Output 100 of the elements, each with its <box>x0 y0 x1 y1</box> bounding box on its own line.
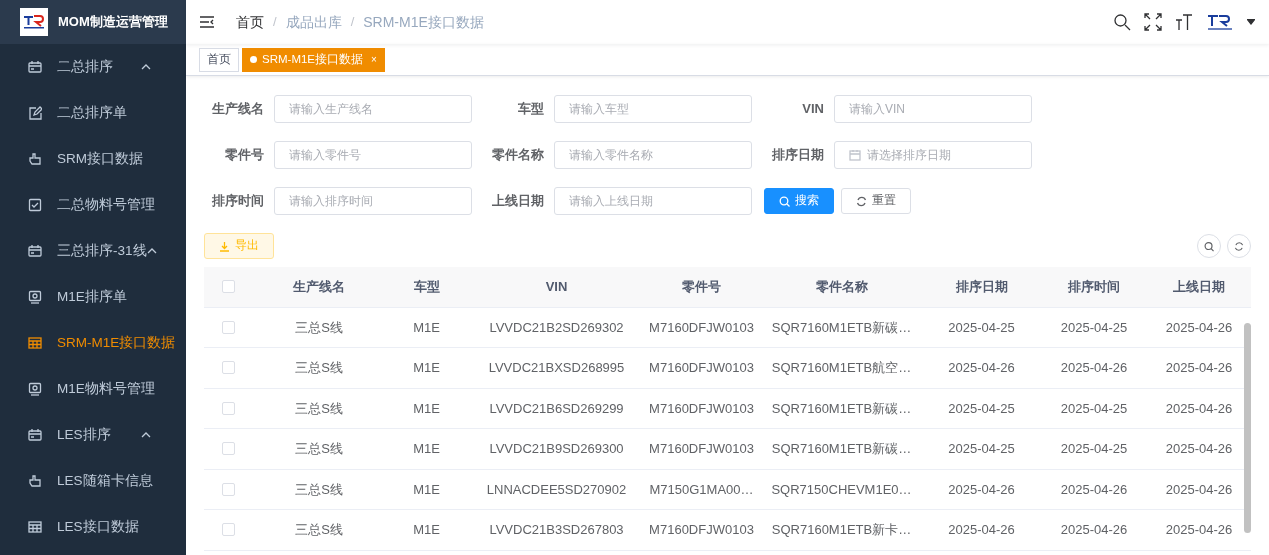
table-cell-text: 2025-04-25 <box>1059 318 1129 337</box>
table-cell-text: M7150G1MA00… <box>648 480 755 499</box>
table-cell-text: 三总S线 <box>294 521 344 539</box>
breadcrumb-separator: / <box>273 13 277 32</box>
table-cell-text: 三总S线 <box>294 480 344 499</box>
table-cell-text: M7160DFJW0103 <box>648 359 755 377</box>
checkbox[interactable] <box>222 280 235 294</box>
reset-button[interactable]: 重置 <box>840 188 911 214</box>
column-header: 车型 <box>412 278 441 296</box>
menu-item[interactable]: LES接口数据 <box>0 504 186 550</box>
hand-icon <box>28 474 42 488</box>
calendar-icon <box>849 149 861 161</box>
hand-icon <box>28 152 42 166</box>
download-icon <box>219 240 230 252</box>
menu-item[interactable]: LES随箱卡信息 <box>0 458 186 504</box>
menu-icon <box>200 16 214 28</box>
menu-item[interactable]: M1E物料号管理 <box>0 366 186 412</box>
checkbox[interactable] <box>222 442 235 456</box>
table-cell-text: LVVDC21B3SD267803 <box>488 521 625 539</box>
caret-icon <box>141 432 151 438</box>
table-cell-text: 三总S线 <box>294 399 344 418</box>
table-cell-text: 2025-04-25 <box>947 318 1016 337</box>
table-cell-text: SQR7160M1ETB新卡… <box>770 521 913 539</box>
menu-item[interactable]: 二总排序单 <box>0 90 186 136</box>
table-icon <box>28 336 42 350</box>
scrollbar[interactable] <box>1244 323 1251 533</box>
menu-item[interactable]: M1E排序单 <box>0 274 186 320</box>
table-cell-text: 2025-04-26 <box>1059 359 1129 377</box>
table-cell-text: M1E <box>412 440 441 458</box>
table-cell-text: 2025-04-25 <box>947 399 1016 418</box>
table-cell-text: SQR7160M1ETB新碳… <box>770 318 913 337</box>
caret-icon <box>141 64 151 70</box>
breadcrumb-item: SRM-M1E接口数据 <box>363 12 484 32</box>
table-cell-text: 2025-04-26 <box>1164 318 1234 337</box>
menu-group[interactable]: 二总排序 <box>0 44 186 90</box>
logo-icon <box>1206 12 1234 32</box>
menu-group[interactable]: 三总排序-31线 <box>0 228 186 274</box>
app-title: MOM制造运营管理 <box>58 13 168 32</box>
menu-item[interactable]: SRM接口数据 <box>0 136 186 182</box>
caret-icon <box>146 248 157 254</box>
column-header: 零件名称 <box>814 278 869 296</box>
table-cell-text: 2025-04-26 <box>1164 480 1234 499</box>
table-cell-text: LVVDC21B6SD269299 <box>488 399 625 418</box>
menu-item[interactable]: 二总物料号管理 <box>0 182 186 228</box>
table-cell-text: M7160DFJW0103 <box>648 318 755 337</box>
checkbox[interactable] <box>222 401 235 415</box>
table-cell-text: SQR7160M1ETB航空… <box>770 359 913 377</box>
search-button[interactable]: 搜索 <box>764 188 834 214</box>
table-cell-text: SQR7160M1ETB新碳… <box>770 399 913 418</box>
monitor-icon <box>28 290 42 304</box>
checkbox[interactable] <box>222 361 235 375</box>
column-header: VIN <box>544 278 569 296</box>
table-cell-text: 2025-04-26 <box>1164 521 1234 539</box>
column-header: 生产线名 <box>292 278 346 296</box>
column-header: 排序时间 <box>1067 278 1121 296</box>
table-cell-text: M1E <box>412 318 441 337</box>
field-label: 车型 <box>517 100 545 119</box>
breadcrumb-item[interactable]: 首页 <box>236 11 264 33</box>
search-icon <box>1203 240 1214 252</box>
column-header: 零件号 <box>681 278 722 296</box>
tab[interactable]: 首页 <box>199 47 239 72</box>
table-cell-text: 2025-04-25 <box>1059 399 1129 418</box>
schedule-icon <box>28 60 42 74</box>
table-cell-text: 2025-04-26 <box>1164 440 1234 458</box>
checkbox[interactable] <box>222 523 235 537</box>
table-cell-text: 2025-04-25 <box>1059 440 1129 458</box>
menu-group[interactable]: LES排序 <box>0 412 186 458</box>
checkbox[interactable] <box>222 482 235 496</box>
edit-icon <box>28 106 42 120</box>
column-header: 上线日期 <box>1172 278 1226 296</box>
table-cell-text: SQR7150CHEVM1E0… <box>770 480 913 499</box>
field-label: VIN <box>801 100 825 119</box>
table-cell-text: LVVDC21B2SD269302 <box>488 318 625 337</box>
caret-down-icon <box>1247 19 1255 25</box>
refresh-button[interactable] <box>1227 234 1251 258</box>
schedule-icon <box>28 244 42 258</box>
table-cell-text: LNNACDEE5SD270902 <box>485 480 628 499</box>
refresh-icon <box>1234 240 1244 252</box>
column-header: 排序日期 <box>954 278 1009 296</box>
checkbox[interactable] <box>222 320 235 334</box>
table-cell-text: M1E <box>412 399 441 418</box>
table-cell-text: 2025-04-26 <box>1059 480 1129 499</box>
table-cell-text: 2025-04-26 <box>947 359 1016 377</box>
table-cell-text: 三总S线 <box>294 318 344 337</box>
menu-item[interactable]: SRM-M1E接口数据 <box>0 320 186 366</box>
search-icon <box>1113 13 1131 31</box>
table-cell-text: M1E <box>412 359 441 377</box>
field-label: 排序日期 <box>771 146 825 165</box>
table-cell-text: 2025-04-26 <box>947 480 1016 499</box>
table-cell-text: M1E <box>412 521 441 539</box>
monitor-icon <box>28 382 42 396</box>
table-cell-text: 2025-04-26 <box>947 521 1016 539</box>
search-icon <box>779 195 790 207</box>
table-cell-text: 三总S线 <box>294 359 344 377</box>
table-cell-text: 2025-04-25 <box>947 440 1016 458</box>
table-icon <box>28 520 42 534</box>
table-cell-text: M7160DFJW0103 <box>648 440 755 458</box>
fullscreen-icon <box>1144 13 1162 31</box>
search-button[interactable] <box>1196 234 1221 258</box>
table-cell-text: M7160DFJW0103 <box>648 521 755 539</box>
